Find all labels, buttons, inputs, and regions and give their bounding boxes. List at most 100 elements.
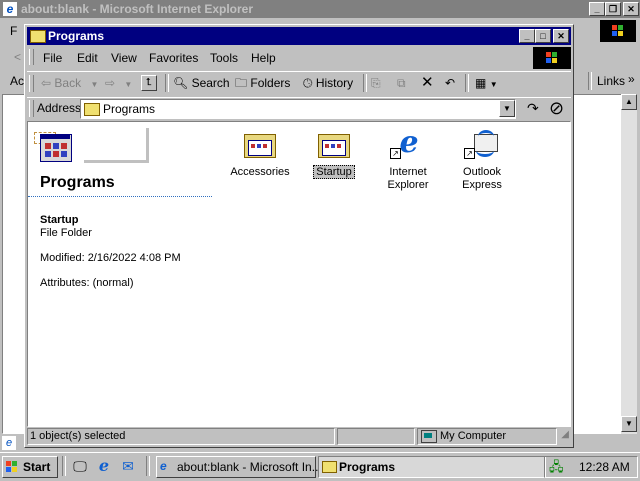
address-field[interactable]: Programs ▼	[80, 99, 516, 119]
status-bar: 1 object(s) selected My Computer ◢	[27, 427, 571, 445]
folder-icon	[84, 103, 100, 116]
delete-icon: ✕	[421, 74, 434, 91]
internet-explorer-quicklaunch-icon[interactable]: e	[96, 458, 112, 474]
shortcut-arrow-icon: ↗	[464, 148, 475, 159]
close-button[interactable]: ✕	[623, 2, 639, 16]
dropdown-arrow-icon: ▼	[489, 80, 498, 89]
menu-view[interactable]: View	[111, 49, 137, 67]
menu-edit[interactable]: Edit	[77, 49, 98, 67]
task-programs[interactable]: Programs	[318, 456, 546, 478]
selected-item-type: File Folder	[40, 227, 92, 239]
forward-button[interactable]: ⇨ ▼	[105, 72, 132, 94]
close-button[interactable]: ✕	[553, 29, 569, 43]
ie-back-partial[interactable]: <	[14, 50, 21, 64]
ie-icon: e	[160, 459, 167, 473]
task-ie[interactable]: e about:blank - Microsoft In...	[156, 456, 322, 478]
item-label: Accessories	[230, 166, 290, 178]
up-folder-icon: ⮤	[146, 77, 152, 88]
program-group-folder-icon	[244, 130, 276, 158]
up-button[interactable]: ⮤	[141, 75, 157, 91]
maximize-button[interactable]: □	[535, 29, 551, 43]
scroll-down-button[interactable]: ▼	[621, 416, 637, 432]
go-button[interactable]: ↷	[527, 97, 539, 119]
resize-grip-icon[interactable]: ◢	[557, 429, 569, 443]
address-label: Address	[37, 101, 82, 115]
status-zone-panel: My Computer	[417, 428, 557, 445]
folder-icon	[322, 461, 337, 473]
outlook-express-item[interactable]: ↗ Outlook Express	[446, 124, 518, 191]
task-label: Programs	[339, 460, 396, 474]
go-arrow-icon: ↷	[527, 100, 539, 116]
minimize-button[interactable]: _	[519, 29, 535, 43]
outlook-express-quicklaunch-icon[interactable]: ✉	[120, 458, 136, 474]
item-label-line2: Explorer	[387, 179, 429, 191]
programs-window: Programs _ □ ✕ File Edit View Favorites …	[24, 24, 574, 448]
copy-to-icon: ⧉	[397, 76, 406, 90]
views-button[interactable]: ▦ ▼	[475, 72, 498, 94]
programs-folder-icon	[40, 134, 72, 162]
menu-help[interactable]: Help	[251, 49, 276, 67]
shortcut-arrow-icon: ↗	[390, 148, 401, 159]
folders-icon: 🗀	[235, 76, 248, 90]
ie-icon: e	[3, 2, 17, 16]
taskbar: Start 🖵 e ✉ e about:blank - Microsoft In…	[0, 452, 640, 481]
internet-explorer-item[interactable]: e ↗ Internet Explorer	[372, 124, 444, 192]
selected-item-attributes: Attributes: (normal)	[40, 277, 134, 289]
folder-icon	[30, 30, 46, 43]
chevron-down-icon: ▼	[503, 104, 511, 113]
search-button[interactable]: 🔍︎ Search	[173, 72, 230, 94]
item-label: Outlook	[463, 166, 501, 178]
menu-favorites[interactable]: Favorites	[149, 49, 198, 67]
accessories-item[interactable]: Accessories	[224, 124, 296, 188]
startup-item[interactable]: Startup	[298, 124, 370, 188]
selected-item-name: Startup	[40, 214, 79, 226]
ie-title-bar[interactable]: e about:blank - Microsoft Internet Explo…	[0, 0, 640, 18]
ie-status-icon: e	[2, 436, 16, 450]
copy-to-button[interactable]: ⧉	[397, 72, 406, 94]
ie-address-label-partial: Ac	[10, 74, 25, 88]
network-icon[interactable]: 🖧	[549, 459, 564, 475]
clock[interactable]: 12:28 AM	[579, 460, 630, 474]
history-icon: 🕓︎	[303, 76, 313, 90]
ie-title-text: about:blank - Microsoft Internet Explore…	[21, 2, 254, 16]
chevron-right-icon[interactable]: »	[628, 72, 635, 86]
views-icon: ▦	[475, 76, 487, 90]
status-mid-panel	[337, 428, 415, 445]
start-label: Start	[23, 460, 51, 474]
menu-bar: File Edit View Favorites Tools Help	[27, 47, 571, 69]
forward-arrow-icon: ⇨	[105, 76, 116, 90]
task-label: about:blank - Microsoft In...	[177, 460, 322, 474]
show-desktop-icon[interactable]: 🖵	[72, 458, 88, 474]
scroll-up-button[interactable]: ▲	[621, 94, 637, 110]
history-button[interactable]: 🕓︎ History	[303, 72, 353, 94]
system-tray: 🖧 12:28 AM	[544, 456, 638, 478]
windows-logo-icon	[533, 47, 571, 69]
status-left-panel: 1 object(s) selected	[27, 428, 335, 445]
move-to-button[interactable]: ⎘	[371, 72, 381, 94]
programs-title-bar[interactable]: Programs _ □ ✕	[27, 27, 571, 45]
ie-menu-file-partial[interactable]: F	[10, 24, 17, 38]
folder-heading: Programs	[40, 174, 115, 191]
my-computer-icon	[421, 430, 437, 443]
menu-tools[interactable]: Tools	[210, 49, 238, 67]
selected-item-modified: Modified: 2/16/2022 4:08 PM	[40, 252, 181, 264]
restore-button[interactable]: ❐	[605, 2, 621, 16]
start-button[interactable]: Start	[2, 456, 58, 478]
back-button[interactable]: ⇦ Back ▼	[41, 72, 98, 94]
item-label: Startup	[313, 165, 355, 179]
folders-button[interactable]: 🗀 Folders	[235, 72, 290, 94]
dropdown-arrow-icon: ▼	[90, 80, 99, 89]
content-pane: Programs Startup File Folder Modified: 2…	[27, 121, 571, 427]
menu-file[interactable]: File	[43, 49, 62, 67]
minimize-button[interactable]: _	[589, 2, 605, 16]
delete-button[interactable]: ✕	[421, 72, 434, 94]
item-label-line2: Express	[462, 179, 502, 191]
address-bar: Address Programs ▼ ↷ ⊘	[27, 97, 571, 120]
undo-button[interactable]: ↶	[445, 72, 455, 94]
dropdown-arrow-icon: ▼	[124, 80, 133, 89]
ie-vertical-scrollbar[interactable]: ▲ ▼	[621, 94, 637, 434]
address-dropdown-button[interactable]: ▼	[499, 100, 515, 117]
standard-toolbar: ⇦ Back ▼ ⇨ ▼ ⮤ 🔍︎ Search 🗀 Folders 🕓︎ Hi…	[27, 71, 571, 96]
ie-links-button[interactable]: Links	[597, 74, 625, 88]
undo-icon: ↶	[445, 76, 456, 90]
